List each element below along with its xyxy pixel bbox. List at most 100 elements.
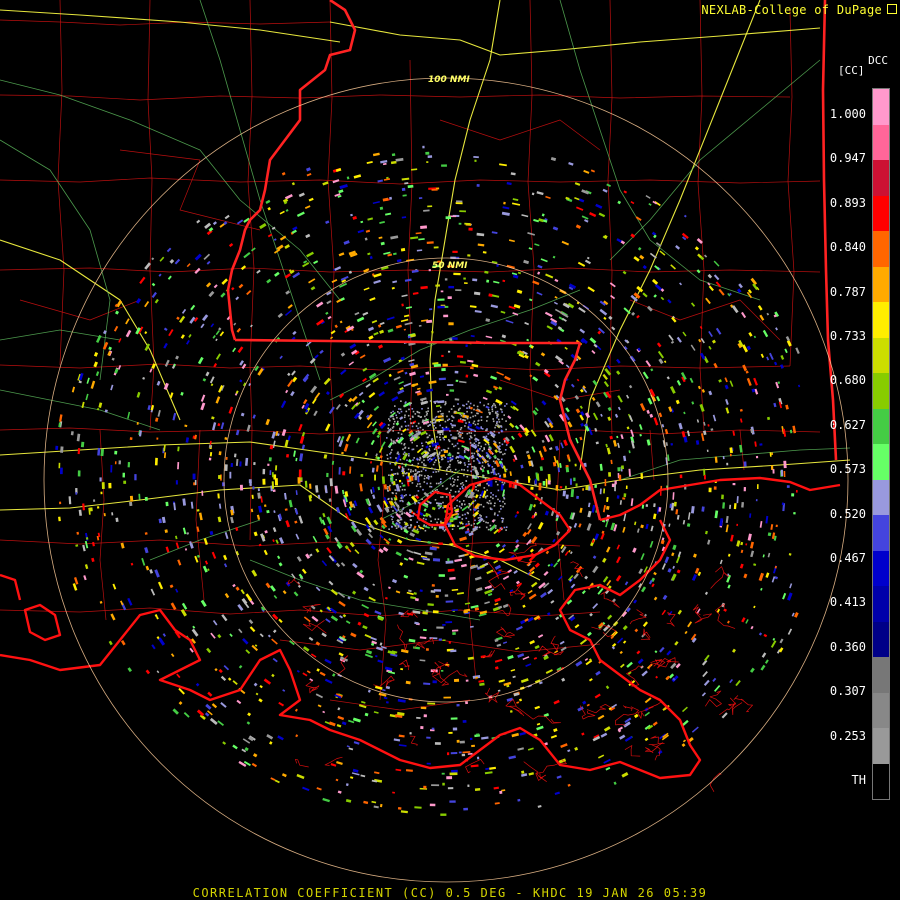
clutter-gate xyxy=(414,469,417,471)
echo-gate xyxy=(149,569,154,574)
echo-gate xyxy=(705,530,708,535)
clutter-gate xyxy=(419,416,422,418)
echo-gate xyxy=(691,401,695,405)
echo-gate xyxy=(534,562,541,568)
clutter-gate xyxy=(426,412,428,415)
clutter-gate xyxy=(388,474,390,476)
clutter-gate xyxy=(407,414,410,417)
clutter-gate xyxy=(465,403,468,405)
echo-gate xyxy=(184,548,188,551)
echo-gate xyxy=(196,219,201,224)
echo-gate xyxy=(681,743,686,747)
echo-gate xyxy=(97,506,100,509)
echo-gate xyxy=(486,470,490,475)
echo-gate xyxy=(528,503,533,511)
echo-gate xyxy=(401,216,407,219)
echo-gate xyxy=(496,371,504,376)
clutter-gate xyxy=(429,515,432,518)
echo-gate xyxy=(703,468,706,476)
echo-gate xyxy=(210,383,214,387)
clutter-gate xyxy=(398,522,401,524)
echo-gate xyxy=(489,766,496,770)
echo-gate xyxy=(290,390,295,397)
echo-gate xyxy=(536,291,543,296)
echo-gate xyxy=(630,201,635,205)
echo-gate xyxy=(356,316,365,323)
echo-gate xyxy=(515,625,523,631)
clutter-gate xyxy=(490,492,492,494)
clutter-gate xyxy=(387,424,390,426)
clutter-gate xyxy=(449,463,451,466)
echo-gate xyxy=(345,783,349,787)
clutter-gate xyxy=(407,476,410,478)
echo-gate xyxy=(230,463,234,468)
echo-gate xyxy=(523,354,529,359)
echo-gate xyxy=(538,218,544,223)
clutter-gate xyxy=(466,407,468,409)
echo-gate xyxy=(458,554,465,558)
clutter-gate xyxy=(498,421,501,423)
echo-gate xyxy=(534,407,539,412)
echo-gate xyxy=(701,659,708,666)
echo-gate xyxy=(406,549,414,554)
echo-gate xyxy=(759,521,763,528)
clutter-gate xyxy=(457,433,460,435)
clutter-gate xyxy=(409,418,412,420)
echo-gate xyxy=(222,741,227,745)
clutter-gate xyxy=(483,487,486,489)
clutter-gate xyxy=(411,529,414,532)
echo-gate xyxy=(640,553,645,561)
echo-gate xyxy=(280,400,287,409)
legend-label: 0.627 xyxy=(829,417,866,432)
echo-gate xyxy=(217,423,221,427)
echo-gate xyxy=(291,182,296,186)
echo-gate xyxy=(445,621,453,624)
echo-gate xyxy=(671,573,677,581)
clutter-gate xyxy=(451,420,454,422)
clutter-gate xyxy=(417,427,419,430)
echo-gate xyxy=(691,574,697,582)
clutter-gate xyxy=(499,474,501,477)
echo-gate xyxy=(93,499,96,502)
echo-gate xyxy=(374,610,382,615)
echo-gate xyxy=(603,234,608,239)
clutter-gate xyxy=(391,449,393,451)
clutter-gate xyxy=(392,521,394,523)
echo-gate xyxy=(398,381,404,385)
echo-gate xyxy=(365,383,371,388)
echo-gate xyxy=(534,705,540,710)
echo-gate xyxy=(423,682,431,685)
echo-gate xyxy=(370,439,375,446)
echo-gate xyxy=(362,311,369,316)
echo-gate xyxy=(660,296,665,301)
echo-gate xyxy=(413,551,422,556)
echo-gate xyxy=(305,553,311,560)
echo-gate xyxy=(425,151,430,155)
echo-gate xyxy=(459,210,466,213)
echo-gate xyxy=(582,700,587,705)
echo-gate xyxy=(325,311,329,315)
echo-gate xyxy=(708,390,713,396)
echo-gate xyxy=(382,688,386,692)
echo-gate xyxy=(221,278,228,285)
county-line xyxy=(629,299,781,341)
echo-gate xyxy=(461,753,466,757)
coastline-segment xyxy=(443,476,572,562)
clutter-gate xyxy=(454,437,456,440)
echo-gate xyxy=(595,401,601,408)
echo-gate xyxy=(265,199,271,204)
echo-gate xyxy=(473,291,481,296)
echo-gate xyxy=(509,471,512,477)
echo-gate xyxy=(712,677,717,682)
echo-gate xyxy=(699,326,703,330)
echo-gate xyxy=(266,278,272,284)
echo-gate xyxy=(654,650,658,654)
clutter-gate xyxy=(497,424,499,426)
clutter-gate xyxy=(390,478,392,480)
echo-gate xyxy=(485,318,491,322)
clutter-gate xyxy=(406,459,408,462)
echo-gate xyxy=(242,637,249,645)
echo-gate xyxy=(292,272,301,279)
echo-gate xyxy=(606,546,611,553)
echo-gate xyxy=(458,751,462,754)
